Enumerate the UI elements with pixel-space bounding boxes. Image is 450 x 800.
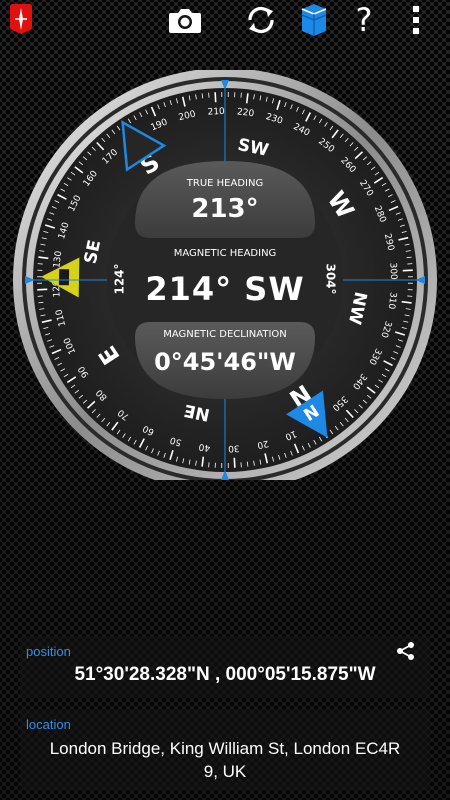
left-bearing-label: 124°	[112, 263, 127, 295]
location-line-1: London Bridge, King William St, London E…	[49, 739, 401, 758]
position-value: 51°30'28.328"N , 000°05'15.875"W	[74, 664, 376, 685]
position-label: position	[26, 644, 71, 659]
right-bearing-label: 304°	[323, 263, 338, 295]
magnetic-declination-label: MAGNETIC DECLINATION	[163, 329, 287, 340]
top-toolbar: ?	[0, 0, 450, 40]
degree-label: 220	[236, 107, 255, 119]
layers-icon[interactable]	[296, 2, 332, 38]
true-heading-label: TRUE HEADING	[186, 178, 264, 189]
share-icon[interactable]	[396, 641, 416, 661]
sync-icon[interactable]	[243, 2, 279, 38]
location-line-2: 9, UK	[203, 762, 247, 781]
app-logo-icon[interactable]	[8, 3, 34, 35]
magnetic-heading-value: 214° SW	[145, 270, 305, 308]
help-icon[interactable]: ?	[346, 1, 382, 39]
more-menu-icon[interactable]	[398, 2, 434, 38]
degree-label: 30	[228, 442, 240, 453]
magnetic-heading-label: MAGNETIC HEADING	[173, 248, 277, 259]
location-panel: location London Bridge, King William St,…	[20, 709, 430, 791]
degree-label: 210	[207, 107, 225, 118]
magnetic-declination-value: 0°45'46"W	[154, 348, 296, 376]
true-heading-value: 213°	[191, 194, 259, 224]
degree-label: 40	[198, 441, 211, 452]
camera-icon[interactable]	[167, 2, 203, 38]
position-panel: position 51°30'28.328"N , 000°05'15.875"…	[20, 636, 430, 698]
location-label: location	[26, 717, 71, 732]
